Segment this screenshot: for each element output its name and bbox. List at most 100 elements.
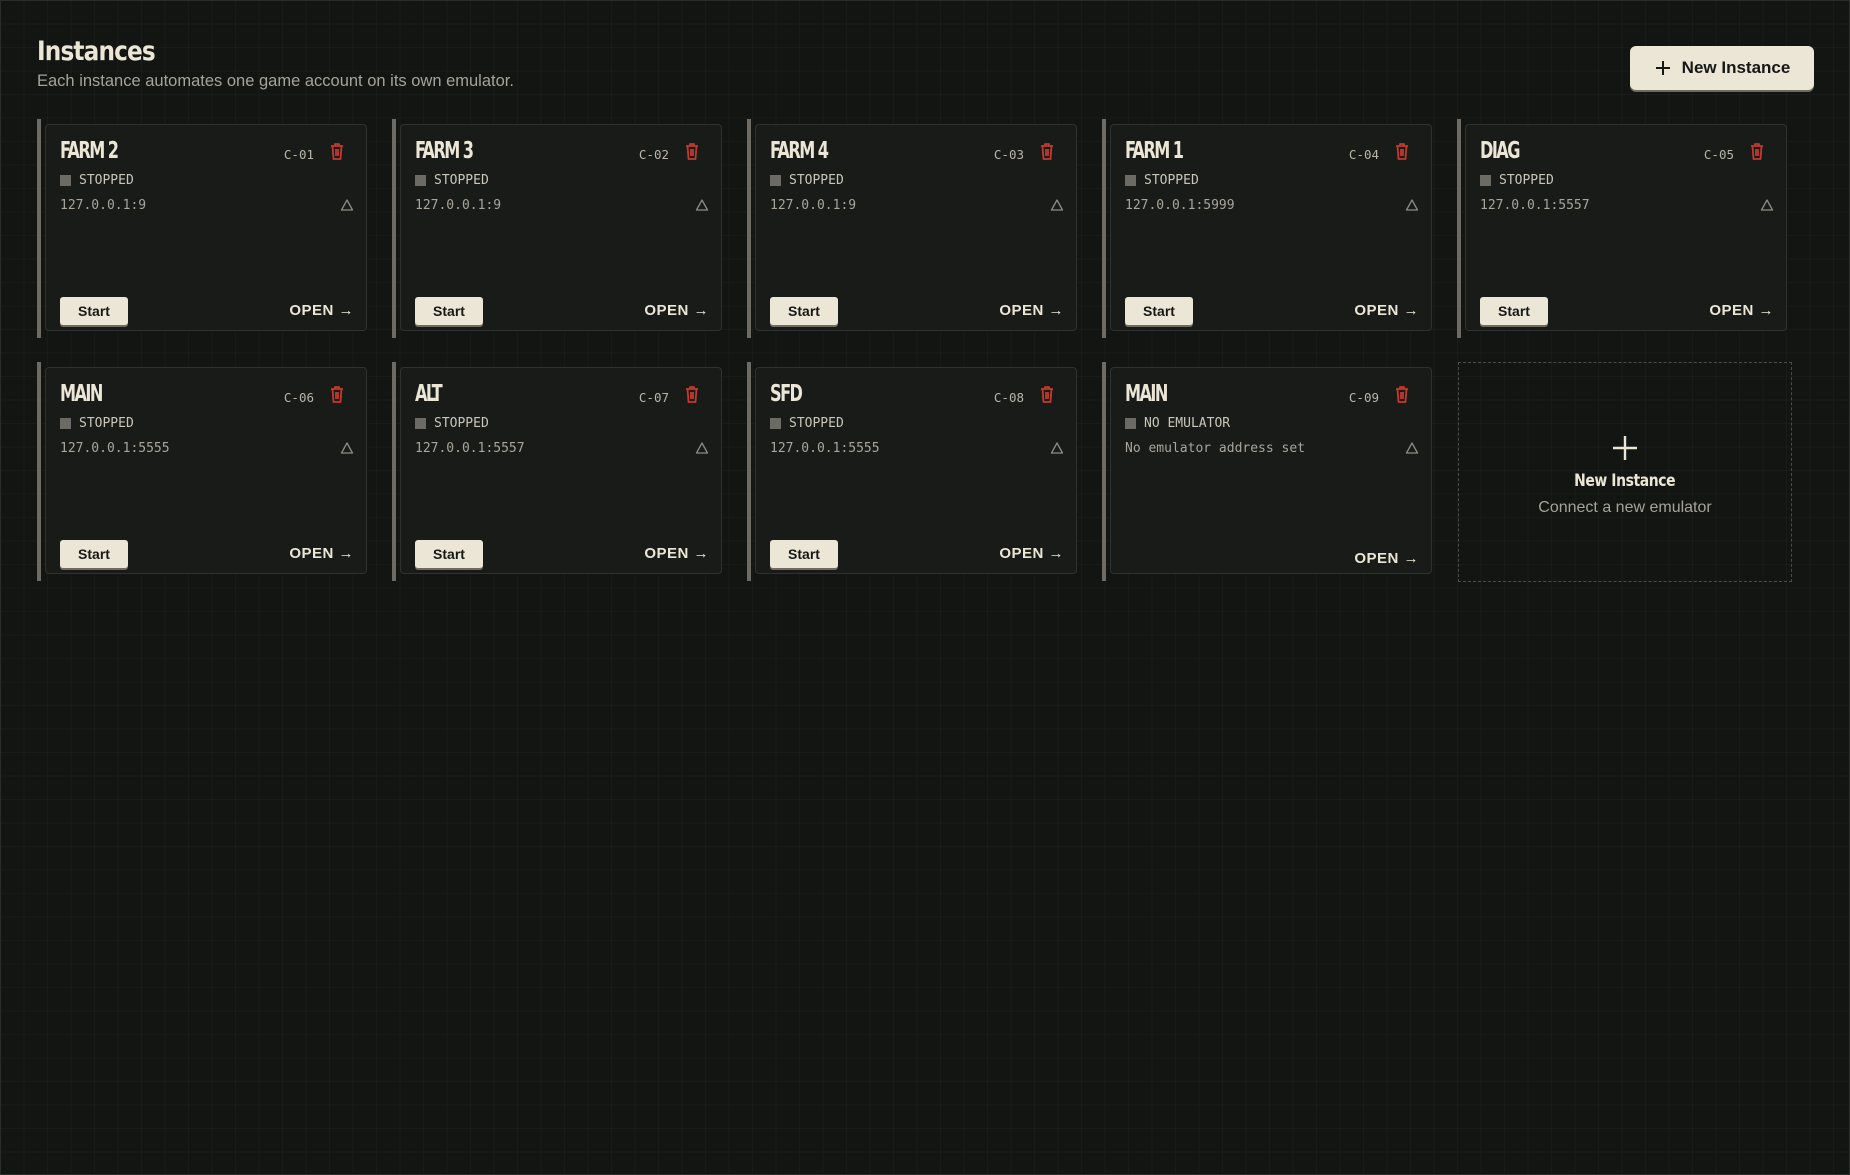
instance-name: FARM 1 xyxy=(1125,138,1184,164)
page-subtitle: Each instance automates one game account… xyxy=(37,72,514,90)
instance-name: ALT xyxy=(415,381,443,407)
open-link[interactable]: OPEN → xyxy=(289,302,354,319)
instance-card-body: ALT C-07 STOPPED 127.0.0.1:5557 Start OPEN → xyxy=(400,367,722,574)
status-text: STOPPED xyxy=(789,173,844,188)
instance-card[interactable]: FARM 4 C-03 STOPPED 127.0.0.1:9 Start OPEN → xyxy=(747,119,1079,338)
status-indicator xyxy=(1480,175,1491,186)
status-badge: STOPPED xyxy=(770,173,844,188)
start-button[interactable]: Start xyxy=(1480,297,1548,325)
instance-name: FARM 4 xyxy=(770,138,829,164)
emulator-address: 127.0.0.1:5555 xyxy=(60,441,170,456)
emulator-address: 127.0.0.1:9 xyxy=(770,198,857,213)
start-button[interactable]: Start xyxy=(770,297,838,325)
trash-icon[interactable] xyxy=(1393,141,1411,161)
instance-name: FARM 2 xyxy=(60,138,119,164)
triangle-icon xyxy=(1050,441,1064,455)
instance-card[interactable]: FARM 2 C-01 STOPPED 127.0.0.1:9 Start OPEN → xyxy=(37,119,369,338)
instance-card[interactable]: FARM 3 C-02 STOPPED 127.0.0.1:9 Start OPEN → xyxy=(392,119,724,338)
status-badge: STOPPED xyxy=(60,173,134,188)
triangle-icon xyxy=(1405,441,1419,455)
status-text: STOPPED xyxy=(434,416,489,431)
emulator-address: 127.0.0.1:9 xyxy=(415,198,502,213)
trash-icon[interactable] xyxy=(1038,141,1056,161)
triangle-icon xyxy=(340,441,354,455)
open-link[interactable]: OPEN → xyxy=(1354,302,1419,319)
status-badge: STOPPED xyxy=(415,173,489,188)
status-badge: STOPPED xyxy=(770,416,844,431)
triangle-icon xyxy=(340,198,354,212)
status-badge: STOPPED xyxy=(415,416,489,431)
open-link[interactable]: OPEN → xyxy=(644,302,709,319)
instance-name: MAIN xyxy=(1125,381,1168,407)
emulator-address: 127.0.0.1:5999 xyxy=(1125,198,1235,213)
instance-card[interactable]: MAIN C-09 NO EMULATOR No emulator address s… xyxy=(1102,362,1434,581)
start-button[interactable]: Start xyxy=(60,297,128,325)
emulator-address: 127.0.0.1:9 xyxy=(60,198,147,213)
instance-card-body: MAIN C-06 STOPPED 127.0.0.1:5555 Start OPEN → xyxy=(45,367,367,574)
instance-card-body: FARM 4 C-03 STOPPED 127.0.0.1:9 Start OPEN → xyxy=(755,124,1077,331)
status-badge: STOPPED xyxy=(1480,173,1554,188)
open-link[interactable]: OPEN → xyxy=(999,545,1064,562)
instance-name: MAIN xyxy=(60,381,103,407)
status-indicator xyxy=(1125,175,1136,186)
status-text: NO EMULATOR xyxy=(1144,416,1231,431)
emulator-address: 127.0.0.1:5555 xyxy=(770,441,880,456)
status-text: STOPPED xyxy=(1499,173,1554,188)
start-button[interactable]: Start xyxy=(415,297,483,325)
trash-icon[interactable] xyxy=(683,141,701,161)
instance-code: C-08 xyxy=(993,390,1024,405)
instance-card[interactable]: DIAG C-05 STOPPED 127.0.0.1:5557 Start OPEN → xyxy=(1457,119,1789,338)
instance-card[interactable]: FARM 1 C-04 STOPPED 127.0.0.1:5999 Start OPEN… xyxy=(1102,119,1434,338)
instance-code: C-03 xyxy=(993,147,1024,162)
open-link[interactable]: OPEN → xyxy=(289,545,354,562)
page-title: Instances xyxy=(37,36,156,67)
status-text: STOPPED xyxy=(789,416,844,431)
triangle-icon xyxy=(1760,198,1774,212)
trash-icon[interactable] xyxy=(1038,384,1056,404)
instance-card-body: DIAG C-05 STOPPED 127.0.0.1:5557 Start OPEN → xyxy=(1465,124,1787,331)
instance-card-body: FARM 3 C-02 STOPPED 127.0.0.1:9 Start OPEN → xyxy=(400,124,722,331)
status-indicator xyxy=(60,175,71,186)
open-link[interactable]: OPEN → xyxy=(999,302,1064,319)
trash-icon[interactable] xyxy=(328,384,346,404)
triangle-icon xyxy=(695,441,709,455)
instance-card-body: FARM 1 C-04 STOPPED 127.0.0.1:5999 Start OPEN… xyxy=(1110,124,1432,331)
status-text: STOPPED xyxy=(79,416,134,431)
emulator-address: 127.0.0.1:5557 xyxy=(415,441,525,456)
instance-card-body: MAIN C-09 NO EMULATOR No emulator address s… xyxy=(1110,367,1432,574)
start-button[interactable]: Start xyxy=(770,540,838,568)
trash-icon[interactable] xyxy=(1393,384,1411,404)
instance-card[interactable]: SFD C-08 STOPPED 127.0.0.1:5555 Start OPEN → xyxy=(747,362,1079,581)
emulator-address: 127.0.0.1:5557 xyxy=(1480,198,1590,213)
plus-icon xyxy=(1613,436,1637,460)
status-indicator xyxy=(60,418,71,429)
emulator-address: No emulator address set xyxy=(1125,441,1306,456)
trash-icon[interactable] xyxy=(1748,141,1766,161)
start-button[interactable]: Start xyxy=(1125,297,1193,325)
triangle-icon xyxy=(695,198,709,212)
instance-code: C-07 xyxy=(638,390,669,405)
new-instance-card[interactable]: New Instance Connect a new emulator xyxy=(1458,362,1792,582)
open-link[interactable]: OPEN → xyxy=(1354,550,1419,567)
new-instance-button[interactable]: New Instance xyxy=(1630,46,1814,90)
status-text: STOPPED xyxy=(434,173,489,188)
trash-icon[interactable] xyxy=(683,384,701,404)
instance-code: C-05 xyxy=(1703,147,1734,162)
instance-card-body: FARM 2 C-01 STOPPED 127.0.0.1:9 Start OPEN → xyxy=(45,124,367,331)
start-button[interactable]: Start xyxy=(415,540,483,568)
status-text: STOPPED xyxy=(79,173,134,188)
new-instance-card-title: New Instance xyxy=(1574,471,1676,491)
instance-card-body: SFD C-08 STOPPED 127.0.0.1:5555 Start OPEN → xyxy=(755,367,1077,574)
instance-card[interactable]: MAIN C-06 STOPPED 127.0.0.1:5555 Start OPEN → xyxy=(37,362,369,581)
page-header: Instances Each instance automates one ga… xyxy=(37,35,514,91)
trash-icon[interactable] xyxy=(328,141,346,161)
open-link[interactable]: OPEN → xyxy=(644,545,709,562)
instance-code: C-01 xyxy=(283,147,314,162)
instance-code: C-04 xyxy=(1348,147,1379,162)
start-button[interactable]: Start xyxy=(60,540,128,568)
instance-card[interactable]: ALT C-07 STOPPED 127.0.0.1:5557 Start OPEN → xyxy=(392,362,724,581)
instance-code: C-06 xyxy=(283,390,314,405)
instance-name: DIAG xyxy=(1480,138,1520,164)
open-link[interactable]: OPEN → xyxy=(1709,302,1774,319)
status-badge: STOPPED xyxy=(60,416,134,431)
